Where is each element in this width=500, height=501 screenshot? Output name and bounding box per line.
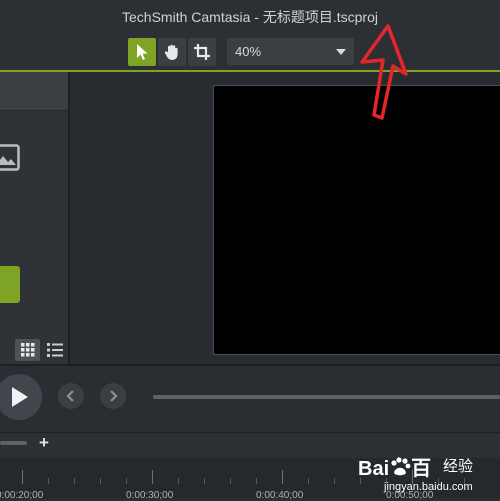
ruler-minor-tick xyxy=(230,478,231,484)
baidu-logo-tail: 百 xyxy=(411,458,432,480)
add-media-button[interactable] xyxy=(0,266,20,303)
playback-scrubber[interactable] xyxy=(153,395,500,399)
chevron-left-icon xyxy=(66,390,74,402)
add-track-button[interactable]: + xyxy=(39,433,49,453)
time-label: 0:00:40;00 xyxy=(256,490,304,501)
next-frame-button[interactable] xyxy=(100,383,126,409)
red-arrow-annotation xyxy=(360,24,408,120)
pointer-icon xyxy=(137,44,148,60)
ruler-minor-tick xyxy=(178,478,179,484)
list-view-button[interactable] xyxy=(44,339,66,361)
ruler-minor-tick xyxy=(48,478,49,484)
watermark-brand: 经验 xyxy=(443,458,474,475)
ruler-minor-tick xyxy=(126,478,127,484)
zoom-value: 40% xyxy=(235,44,262,59)
pan-tool-button[interactable] xyxy=(158,38,186,66)
previous-frame-button[interactable] xyxy=(58,383,84,409)
paw-icon xyxy=(391,457,411,476)
hand-icon xyxy=(164,44,178,60)
zoom-dropdown[interactable]: 40% xyxy=(227,38,354,65)
time-label: 0:00:30;00 xyxy=(126,490,174,501)
ruler-minor-tick xyxy=(308,478,309,484)
image-icon xyxy=(0,144,20,171)
caret-down-icon xyxy=(336,49,346,55)
watermark-domain: jingyan.baidu.com xyxy=(384,481,473,493)
ruler-tick xyxy=(282,470,283,484)
list-view-icon xyxy=(47,343,63,357)
baidu-logo-text: Bai xyxy=(358,458,390,480)
ruler-minor-tick xyxy=(204,478,205,484)
window-title: TechSmith Camtasia - 无标题项目.tscproj xyxy=(122,9,378,25)
ruler-tick xyxy=(22,470,23,484)
baidu-logo: Bai 百 xyxy=(358,452,431,481)
ruler-tick xyxy=(152,470,153,484)
media-bin-panel xyxy=(0,72,68,364)
ruler-minor-tick xyxy=(256,478,257,484)
grid-view-icon xyxy=(20,343,34,357)
media-bin-header xyxy=(0,72,68,111)
time-label: 0:00:20;00 xyxy=(0,490,44,501)
chevron-right-icon xyxy=(110,390,118,402)
timeline-zoom-slider[interactable] xyxy=(0,441,27,445)
ruler-minor-tick xyxy=(74,478,75,484)
ruler-minor-tick xyxy=(100,478,101,484)
play-icon xyxy=(12,387,28,407)
grid-view-button[interactable] xyxy=(15,339,40,361)
ruler-minor-tick xyxy=(334,478,335,484)
preview-canvas[interactable] xyxy=(213,85,500,355)
select-tool-button[interactable] xyxy=(128,38,156,66)
crop-tool-button[interactable] xyxy=(188,38,216,66)
crop-icon xyxy=(194,44,210,60)
